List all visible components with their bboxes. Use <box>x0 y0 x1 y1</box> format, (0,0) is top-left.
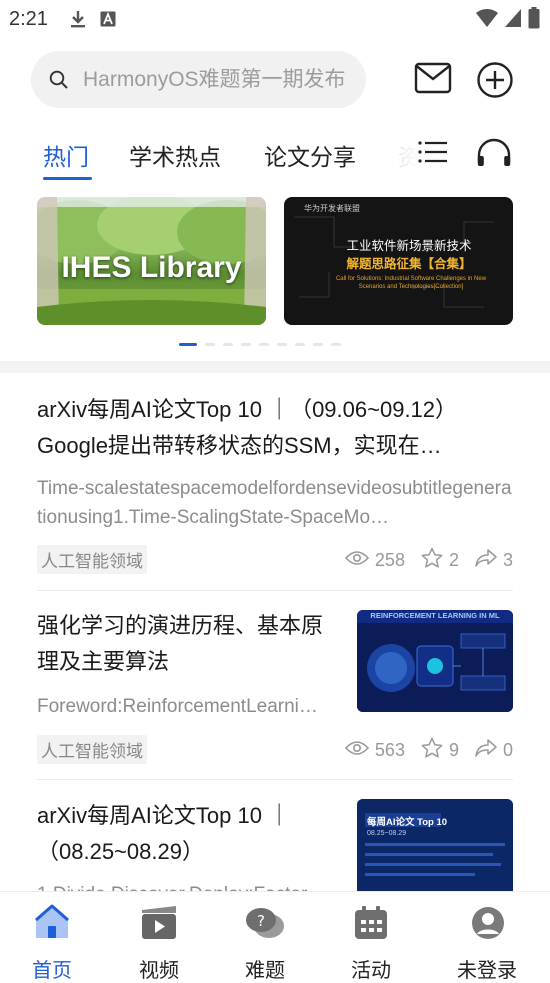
status-bar: 2:21 <box>0 0 550 36</box>
mail-icon[interactable] <box>414 61 452 100</box>
stars-count: 2 <box>448 549 459 570</box>
pager-dot[interactable] <box>277 343 287 346</box>
article-tag[interactable]: 人工智能领域 <box>37 545 147 574</box>
pager-dot[interactable] <box>259 343 269 346</box>
pager-dot[interactable] <box>313 343 323 346</box>
banner-subtitle: 解题思路征集【合集】 <box>346 257 472 271</box>
row-separator <box>37 779 513 780</box>
calendar-icon <box>354 906 388 945</box>
pager-dot[interactable] <box>179 343 197 346</box>
pager-dot[interactable] <box>295 343 305 346</box>
article-thumbnail: 每周AI论文 Top 10 08.25~08.29 <box>357 799 513 891</box>
star-icon <box>421 737 443 763</box>
thumbnail-title: 每周AI论文 Top 10 <box>367 817 448 828</box>
eye-icon <box>344 550 370 571</box>
article-title: arXiv每周AI论文Top 10 ｜（09.06~09.12） Google提… <box>37 397 458 458</box>
stars-stat[interactable]: 2 <box>421 547 459 573</box>
article-desc: Foreword:ReinforcementLearni… <box>37 696 318 717</box>
tab-paper-sharing[interactable]: 论文分享 <box>264 138 356 172</box>
star-icon <box>421 547 443 573</box>
battery-icon <box>528 7 540 34</box>
search-icon <box>49 70 69 95</box>
stars-stat[interactable]: 9 <box>421 737 459 763</box>
banner-english-caption: Call for Solutions: Industrial Software … <box>335 276 487 290</box>
reinforcement-learning-diagram <box>357 610 513 712</box>
views-stat: 258 <box>344 549 405 571</box>
share-icon <box>475 738 497 762</box>
pager-dot[interactable] <box>241 343 251 346</box>
active-tab-indicator <box>43 177 92 180</box>
article-card[interactable]: 强化学习的演进历程、基本原理及主要算法 Foreword:Reinforceme… <box>37 608 513 768</box>
status-time: 2:21 <box>9 8 48 30</box>
article-thumbnail: REINFORCEMENT LEARNING IN ML <box>357 610 513 712</box>
weekly-papers-cover <box>357 799 513 891</box>
shares-stat[interactable]: 0 <box>475 738 513 762</box>
section-divider <box>0 361 550 373</box>
pager-dot[interactable] <box>205 343 215 346</box>
article-stats: 563 9 0 <box>329 737 513 763</box>
download-icon <box>70 10 86 33</box>
views-count: 258 <box>374 549 405 570</box>
wifi-icon <box>476 8 498 33</box>
article-title: arXiv每周AI论文Top 10 ｜（08.25~08.29） <box>37 803 291 864</box>
question-icon: ? <box>245 906 285 947</box>
shares-count: 3 <box>502 549 513 570</box>
banner-ihes-library[interactable]: IHES Library <box>37 197 266 325</box>
shares-count: 0 <box>502 739 513 760</box>
tab-hot[interactable]: 热门 <box>43 138 89 172</box>
banner-title: 工业软件新场景新技术 <box>346 239 472 253</box>
eye-icon <box>344 740 370 761</box>
svg-text:?: ? <box>257 912 265 930</box>
banner-industrial-software[interactable]: 华为开发者联盟 工业软件新场景新技术 解题思路征集【合集】 Call for S… <box>284 197 513 325</box>
pager-dot[interactable] <box>223 343 233 346</box>
banner-logo: 华为开发者联盟 <box>304 204 360 213</box>
article-desc: 1.Divide,Discover,Deploy:Factor… <box>37 880 347 891</box>
article-title: 强化学习的演进历程、基本原理及主要算法 <box>37 613 324 674</box>
article-card[interactable]: arXiv每周AI论文Top 10 ｜（08.25~08.29） 1.Divid… <box>37 798 513 891</box>
pager-dot[interactable] <box>331 343 341 346</box>
article-stats: 258 2 3 <box>329 547 513 573</box>
article-card[interactable]: arXiv每周AI论文Top 10 ｜（09.06~09.12） Google提… <box>37 392 513 580</box>
article-tag[interactable]: 人工智能领域 <box>37 735 147 764</box>
row-separator <box>37 590 513 591</box>
headphones-icon[interactable] <box>476 138 512 173</box>
article-desc: Time-scalestatespacemodelfordensevideosu… <box>37 478 512 528</box>
app-notification-icon <box>100 11 116 32</box>
video-icon <box>141 906 177 945</box>
signal-icon <box>504 8 522 33</box>
avatar-icon <box>471 906 505 945</box>
category-tabs: 热门 学术热点 论文分享 资 <box>0 130 550 186</box>
banner-title: IHES Library <box>61 251 242 284</box>
search-input[interactable] <box>83 61 358 98</box>
add-icon[interactable] <box>476 61 514 104</box>
category-menu-icon[interactable] <box>418 140 448 169</box>
bottom-navigation: 首页 视频 ? 难题 活动 未登录 <box>0 891 550 982</box>
tab-fade <box>386 130 420 176</box>
search-bar[interactable] <box>31 51 366 108</box>
shares-stat[interactable]: 3 <box>475 548 513 572</box>
tab-academic-hotspots[interactable]: 学术热点 <box>129 138 221 172</box>
views-stat: 563 <box>344 739 405 761</box>
share-icon <box>475 548 497 572</box>
thumbnail-title: REINFORCEMENT LEARNING IN ML <box>370 611 500 620</box>
thumbnail-subtitle: 08.25~08.29 <box>367 830 407 837</box>
carousel-pager <box>179 343 341 346</box>
home-icon <box>32 902 72 947</box>
views-count: 563 <box>374 739 405 760</box>
stars-count: 9 <box>448 739 459 760</box>
